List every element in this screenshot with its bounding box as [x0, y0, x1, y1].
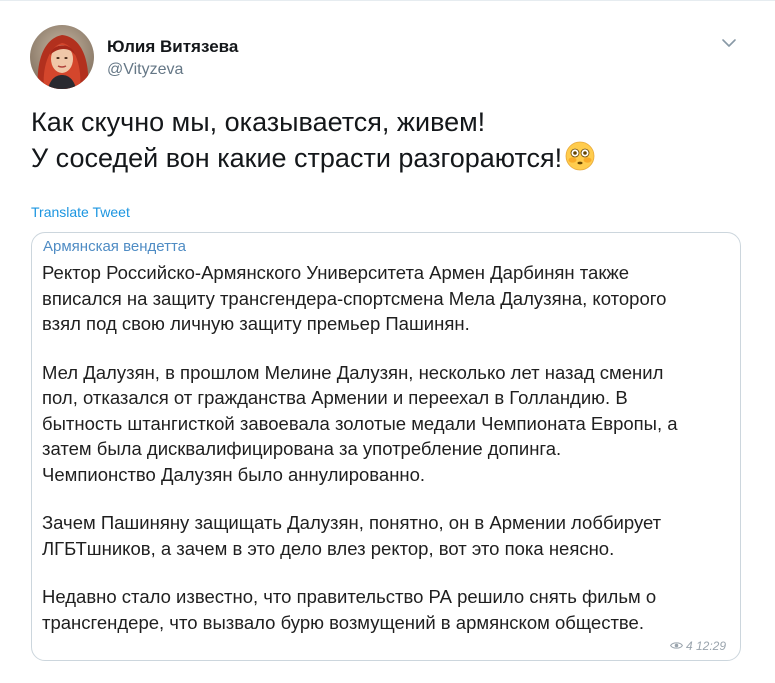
translate-tweet-link[interactable]: Translate Tweet	[31, 204, 130, 220]
quoted-card[interactable]: Армянская вендетта Ректор Российско-Армя…	[31, 232, 741, 661]
quote-meta: 4 12:29	[669, 639, 726, 653]
eye-icon	[669, 639, 683, 649]
tweet-text: Как скучно мы, оказывается, живем! У сос…	[31, 105, 751, 176]
quote-line: взял под свою личную защиту премьер Паши…	[42, 313, 470, 334]
avatar-photo	[30, 25, 94, 89]
author-handle[interactable]: @Vityzeva	[107, 61, 183, 79]
quoted-card-body: Ректор Российско-Армянского Университета…	[42, 260, 732, 635]
quote-line: Недавно стало известно, что правительств…	[42, 586, 657, 607]
tweet-text-line-with-emoji: У соседей вон какие страсти разгораются!	[31, 140, 751, 176]
chevron-down-icon[interactable]	[717, 31, 741, 55]
quoted-card-title[interactable]: Армянская вендетта	[43, 238, 186, 255]
flushed-face-emoji-icon	[564, 140, 596, 172]
quote-line: Ректор Российско-Армянского Университета…	[42, 262, 630, 283]
tweet-text-line: У соседей вон какие страсти разгораются!	[31, 143, 563, 173]
quote-line: вписался на защиту трансгендера-спортсме…	[42, 287, 667, 309]
view-count: 4	[685, 639, 693, 653]
tweet-text-line: Как скучно мы, оказывается, живем!	[31, 107, 486, 137]
quote-line: пол, отказался от гражданства Армении и …	[42, 387, 628, 408]
author-name[interactable]: Юлия Витязева	[107, 37, 238, 57]
tweet-card: Юлия Витязева @Vityzeva Как скучно мы, о…	[0, 0, 775, 683]
quote-line: ЛГБТшников, а зачем в это дело влез рект…	[42, 537, 615, 559]
quote-line: трансгендере, что вызвало бурю возмущени…	[42, 611, 644, 633]
quote-line: Зачем Пашиняну защищать Далузян, понятно…	[42, 512, 662, 533]
quote-line: бытность штангисткой завоевала золотые м…	[42, 412, 678, 434]
quote-line: затем была дисквалифицирована за употреб…	[42, 438, 562, 459]
quote-line: Мел Далузян, в прошлом Мелине Далузян, н…	[42, 361, 664, 383]
post-time: 12:29	[695, 639, 726, 653]
avatar[interactable]	[30, 25, 94, 89]
quote-line: Чемпионство Далузян было аннулированно.	[42, 463, 426, 485]
